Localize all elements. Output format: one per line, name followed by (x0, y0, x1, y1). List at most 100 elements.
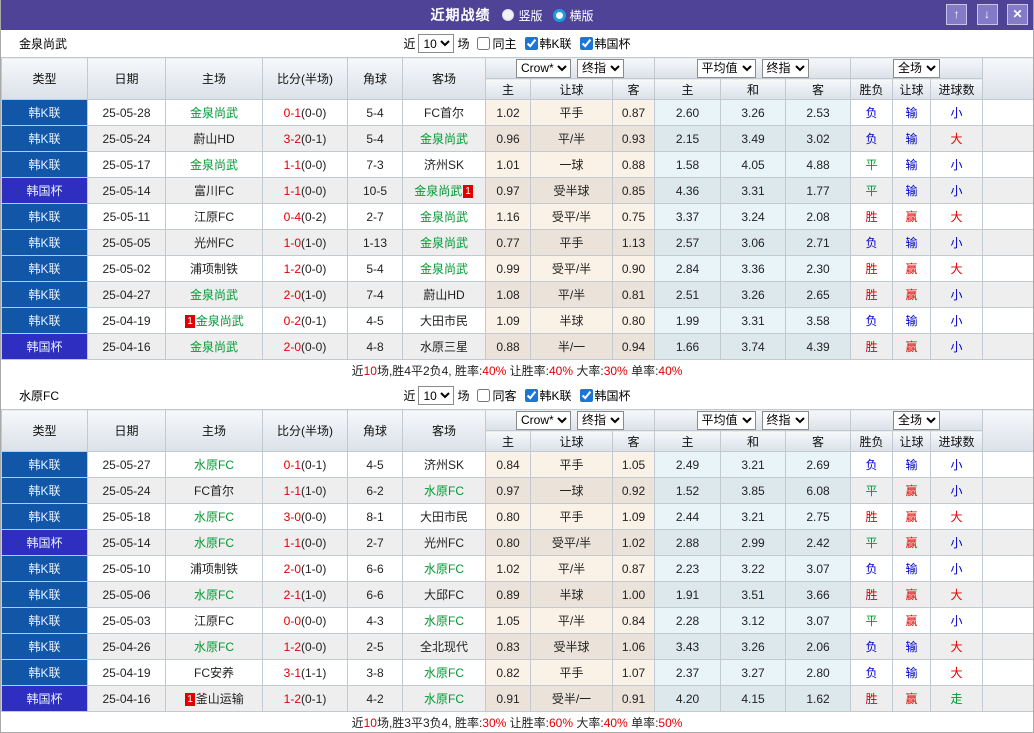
sections-container: 金泉尚武近 10 场同主 韩K联 韩国杯 类型 日期 主场 比分(半场) 角球 客场 Crow* 终指平… (1, 30, 1033, 732)
same-venue-checkbox[interactable] (477, 37, 491, 50)
team-label: 江原FC (194, 210, 234, 224)
move-down-button[interactable]: ↓ (976, 4, 998, 25)
avg-home-cell: 1.66 (654, 333, 722, 360)
avg-home-cell: 1.91 (654, 581, 722, 608)
handicap-result-cell: 输 (892, 99, 932, 126)
team-label: 水原FC (424, 666, 464, 680)
avg-draw-cell: 3.26 (720, 633, 787, 660)
avg-away-cell: 3.07 (785, 555, 852, 582)
odds-home-cell: 1.09 (485, 307, 531, 334)
date-cell: 25-05-17 (87, 151, 166, 178)
goals-result-cell: 小 (930, 555, 984, 582)
summary-segment: 60% (549, 716, 574, 730)
avg-draw-cell: 3.36 (720, 255, 787, 282)
match-count-select[interactable]: 10 (418, 34, 455, 53)
odds-away-cell: 1.06 (611, 633, 656, 660)
team-name-label: 水原FC (19, 389, 59, 403)
away-team-cell: 金泉尚武 (402, 255, 486, 282)
average-select[interactable]: 平均值 (696, 410, 756, 430)
odds-home-cell: 0.97 (485, 177, 531, 204)
halftime-score: (0-0) (301, 613, 327, 628)
home-team-cell: 水原FC (165, 633, 263, 660)
column-header: 日期 (87, 57, 166, 100)
league-checkbox-label: 韩K联 (539, 389, 572, 403)
cup-checkbox-label: 韩国杯 (594, 389, 631, 403)
sub-column-header: 让球 (892, 430, 932, 452)
red-card-badge: 1 (463, 185, 473, 198)
result-cell: 负 (850, 99, 894, 126)
fulltime-score: 3-2 (283, 131, 301, 146)
avg-away-cell: 2.65 (785, 281, 852, 308)
spacer-cell (982, 477, 1033, 504)
close-button[interactable]: ✕ (1007, 4, 1028, 25)
match-row: 韩K联 25-04-26 水原FC 1-2(0-0) 2-5 全北现代 0.83 受半球 1.0… (1, 633, 1033, 660)
average-stage-select[interactable]: 终指 (761, 58, 809, 78)
scope-select[interactable]: 全场 (893, 58, 941, 78)
same-venue-checkbox[interactable] (477, 389, 491, 402)
sub-column-header: 主 (654, 78, 722, 100)
cup-checkbox-label: 韩国杯 (594, 37, 631, 51)
goals-result-cell: 小 (930, 307, 984, 334)
result-cell: 平 (850, 477, 894, 504)
odds-stage-select[interactable]: 终指 (577, 58, 624, 78)
league-checkbox[interactable] (524, 37, 538, 50)
score-cell: 1-1(0-0) (262, 177, 348, 204)
fulltime-score: 1-1 (283, 157, 301, 172)
competition-type-cell: 韩K联 (1, 503, 88, 530)
date-cell: 25-05-28 (87, 99, 166, 126)
average-stage-select[interactable]: 终指 (761, 410, 809, 430)
odds-home-cell: 0.77 (485, 229, 531, 256)
result-cell: 胜 (850, 685, 894, 712)
odds-away-cell: 1.02 (611, 529, 656, 556)
move-up-button[interactable]: ↑ (946, 4, 968, 25)
spacer-column-header (982, 57, 1033, 100)
handicap-cell: 半/一 (530, 333, 613, 360)
layout-radio-0[interactable]: 竖版 (502, 7, 543, 24)
league-checkbox-label: 韩K联 (539, 37, 572, 51)
company-select[interactable]: Crow* (516, 410, 571, 430)
home-team-cell: 江原FC (165, 203, 263, 230)
competition-type-cell: 韩K联 (1, 255, 88, 282)
date-cell: 25-05-02 (87, 255, 166, 282)
fulltime-score: 0-2 (283, 313, 301, 328)
spacer-cell (982, 151, 1033, 178)
average-select[interactable]: 平均值 (696, 58, 756, 78)
team-label: 光州FC (194, 236, 234, 250)
home-team-cell: 水原FC (165, 529, 263, 556)
avg-away-cell: 2.30 (785, 255, 852, 282)
avg-home-cell: 2.44 (654, 503, 722, 530)
odds-stage-select[interactable]: 终指 (577, 410, 624, 430)
spacer-cell (982, 581, 1033, 608)
league-checkbox[interactable] (524, 389, 538, 402)
handicap-result-cell: 赢 (892, 581, 932, 608)
handicap-cell: 一球 (530, 477, 613, 504)
cup-checkbox[interactable] (579, 37, 593, 50)
match-count-select[interactable]: 10 (418, 386, 455, 405)
team-label: FC安养 (194, 666, 234, 680)
halftime-score: (1-0) (301, 483, 327, 498)
summary-segment: 近 (351, 716, 364, 730)
radio-icon[interactable] (502, 9, 515, 21)
goals-result-cell: 小 (930, 477, 984, 504)
summary-segment: 场,胜4平2负4, 胜率: (376, 364, 483, 378)
sub-column-header: 和 (720, 78, 787, 100)
odds-away-cell: 1.05 (611, 451, 656, 478)
score-cell: 0-1(0-1) (262, 451, 348, 478)
filter-controls: 近 10 场 同主 韩K联 韩国杯 (403, 34, 631, 53)
competition-type-cell: 韩K联 (1, 99, 88, 126)
competition-type-cell: 韩K联 (1, 555, 88, 582)
home-team-cell: 1 金泉尚武 (165, 307, 263, 334)
cup-checkbox[interactable] (579, 389, 593, 402)
fulltime-score: 0-4 (283, 209, 301, 224)
result-cell: 负 (850, 229, 894, 256)
company-select[interactable]: Crow* (516, 58, 571, 78)
odds-away-cell: 1.00 (611, 581, 656, 608)
radio-icon[interactable] (552, 8, 566, 22)
date-cell: 25-05-10 (87, 555, 166, 582)
home-team-cell: 蔚山HD (165, 125, 263, 152)
filter-row: 水原FC 近 10 场 同客 韩K联 韩国杯 (1, 382, 1033, 409)
layout-radio-1[interactable]: 横版 (552, 7, 594, 24)
scope-select[interactable]: 全场 (893, 410, 941, 430)
avg-draw-cell: 3.51 (720, 581, 787, 608)
score-cell: 1-1(1-0) (262, 477, 348, 504)
